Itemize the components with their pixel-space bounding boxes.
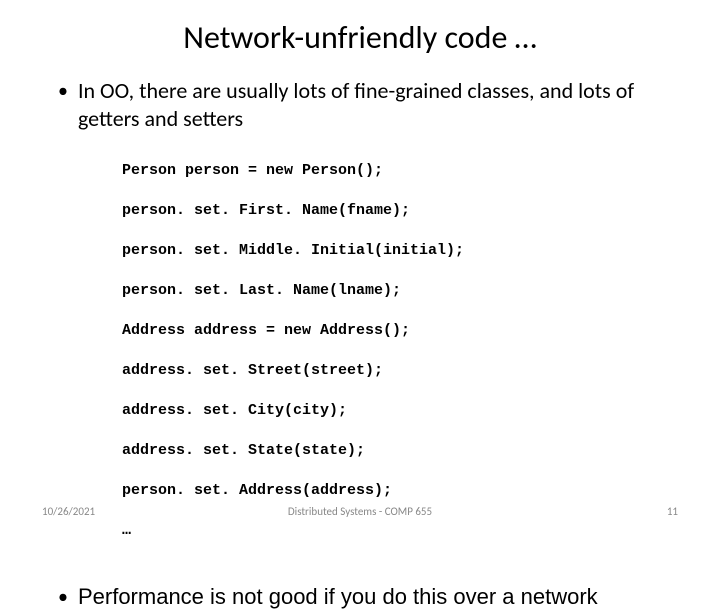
- code-line: Address address = new Address();: [122, 321, 670, 341]
- bullet-item-1: • In OO, there are usually lots of fine-…: [50, 77, 670, 133]
- code-line: address. set. City(city);: [122, 401, 670, 421]
- slide-title: Network-unfriendly code …: [50, 18, 670, 57]
- code-line: Person person = new Person();: [122, 161, 670, 181]
- footer-date: 10/26/2021: [42, 505, 95, 518]
- bullet-mark: •: [58, 583, 68, 611]
- bullet-text-1: In OO, there are usually lots of fine-gr…: [78, 77, 670, 133]
- code-line: person. set. Middle. Initial(initial);: [122, 241, 670, 261]
- code-line: address. set. Street(street);: [122, 361, 670, 381]
- bullet-text-2: Performance is not good if you do this o…: [78, 583, 670, 611]
- code-block: Person person = new Person(); person. se…: [50, 141, 670, 561]
- code-line: person. set. First. Name(fname);: [122, 201, 670, 221]
- code-line: person. set. Address(address);: [122, 481, 670, 501]
- bullet-item-2: • Performance is not good if you do this…: [50, 583, 670, 611]
- footer-course: Distributed Systems - COMP 655: [288, 505, 432, 518]
- code-line: person. set. Last. Name(lname);: [122, 281, 670, 301]
- slide-footer: 10/26/2021 Distributed Systems - COMP 65…: [0, 505, 720, 518]
- footer-page: 11: [667, 505, 678, 518]
- code-line: …: [122, 521, 670, 541]
- bullet-mark: •: [58, 77, 68, 105]
- code-line: address. set. State(state);: [122, 441, 670, 461]
